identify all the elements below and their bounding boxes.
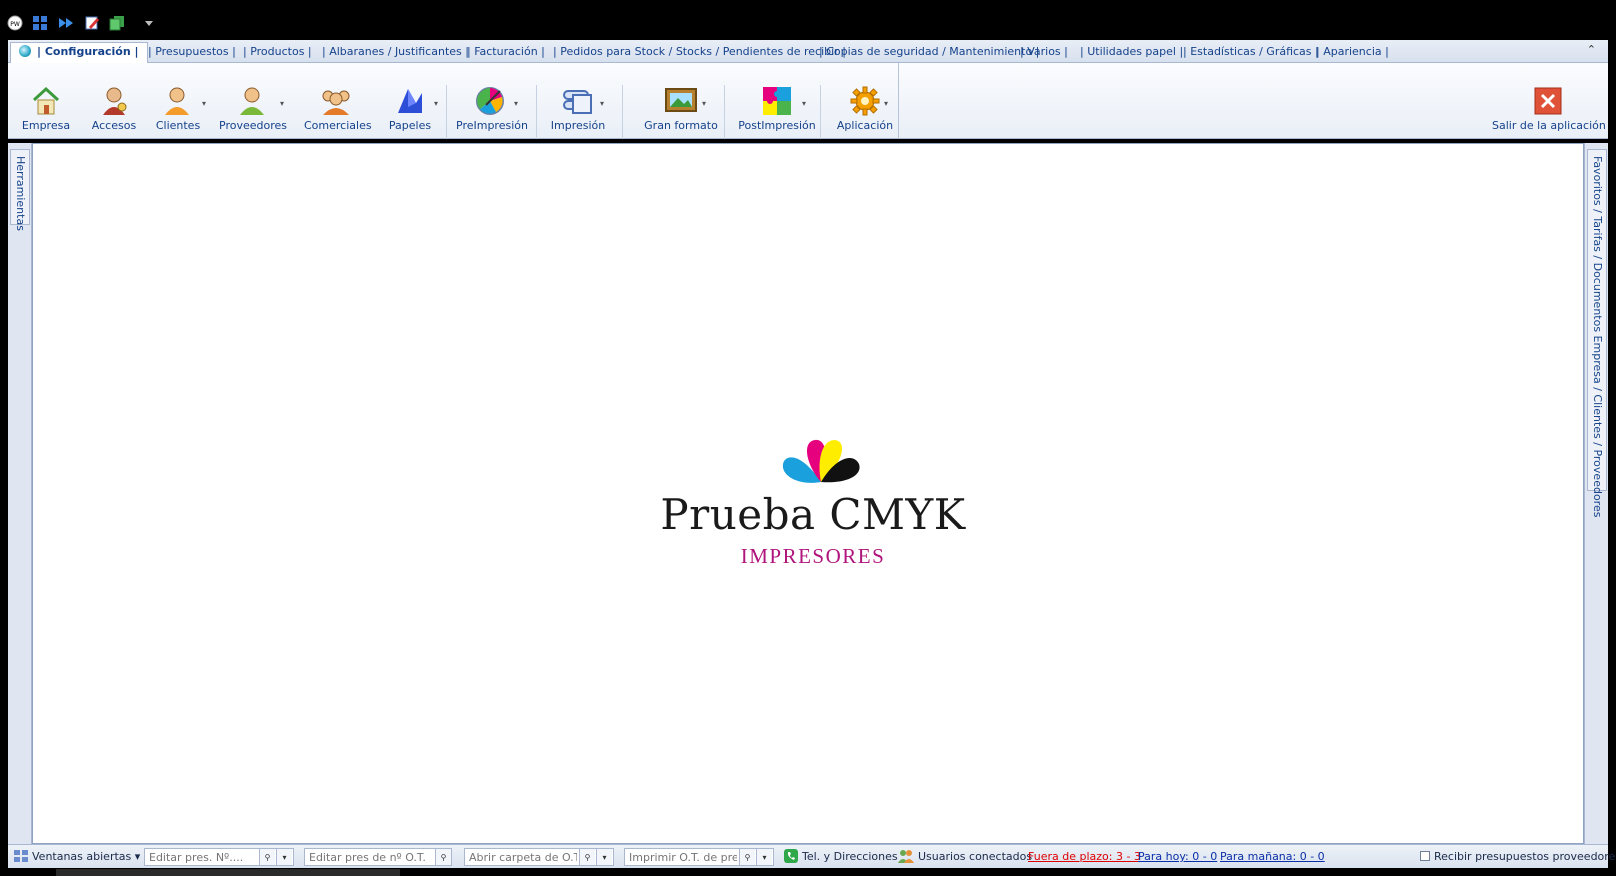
house-icon [20,83,72,119]
tab-presupuestos[interactable]: | Presupuestos | [142,43,242,63]
svg-text:PW: PW [10,21,20,28]
dropdown-arrow-icon: ▾ [599,99,604,108]
ribbon-separator [622,85,623,139]
app-logo-icon[interactable]: PW [6,14,24,32]
tab-pedidos-stock[interactable]: | Pedidos para Stock / Stocks / Pendient… [547,43,852,63]
gran-formato-button[interactable]: ▾ Gran formato [634,83,728,139]
supplier-icon: ▾ [218,83,288,119]
favorites-side-tab[interactable]: Favoritos / Tarifas / Documentos Empresa… [1587,149,1607,517]
edit-pres-field: ⚲ ▾ [144,848,294,866]
users-icon [898,850,914,863]
edit-pres-ot-input[interactable] [305,849,433,865]
taskbar-strip [56,869,400,876]
search-icon[interactable]: ⚲ [435,849,451,865]
sales-team-icon [304,83,368,119]
dropdown-arrow-icon: ▾ [279,99,284,108]
connected-users-button[interactable]: Usuarios conectados [898,849,1032,865]
tab-estadisticas[interactable]: | Estadísticas / Gráficas | [1177,43,1325,63]
ribbon-panel: Empresa Accesos ▾ Clientes ▾ Proveedores… [8,63,1608,139]
gear-icon: ▾ [832,83,898,119]
dropdown-arrow-icon: ▾ [513,99,518,108]
status-bar: Ventanas abiertas ▾ ⚲ ▾ ⚲ ⚲ ▾ ⚲ ▾ Tel. y… [8,844,1616,868]
proveedores-button[interactable]: ▾ Proveedores [218,83,288,139]
papeles-button[interactable]: ▾ Papeles [384,83,438,139]
globe-icon [19,45,31,57]
main-workspace: Prueba CMYK IMPRESORES [32,143,1584,844]
search-icon[interactable]: ⚲ [579,849,595,865]
puzzle-icon: ▾ [738,83,816,119]
dropdown-arrow-icon: ▾ [883,99,888,108]
dropdown-arrow-icon: ▾ [201,99,206,108]
ribbon-separator [820,85,821,139]
print-ot-input[interactable] [625,849,737,865]
cmyk-petals-icon [782,439,860,483]
chevron-down-icon[interactable]: ▾ [756,849,772,865]
collapse-ribbon-icon[interactable]: ⌃ [1587,43,1596,56]
tab-varios[interactable]: | Varios | [1014,43,1074,63]
ribbon-tab-strip: | Configuración | | Presupuestos | | Pro… [8,40,1608,64]
dropdown-arrow-icon: ▾ [134,850,141,863]
large-format-icon: ▾ [634,83,728,119]
dropdown-arrow-icon: ▾ [801,99,806,108]
tab-copias-seguridad[interactable]: | Copias de seguridad / Mantenimiento | [813,43,1045,63]
grid-window-icon[interactable] [31,14,49,32]
edit-pres-ot-field: ⚲ [304,848,452,866]
open-folder-field: ⚲ ▾ [464,848,614,866]
forward-icon[interactable] [57,14,75,32]
tab-facturacion[interactable]: | Facturación | [461,43,551,63]
overdue-link[interactable]: Fuera de plazo: 3 - 3 [1028,849,1141,865]
dropdown-arrow-icon: ▾ [433,99,438,108]
edit-pres-input[interactable] [145,849,257,865]
close-icon [1492,83,1604,119]
open-windows-button[interactable]: Ventanas abiertas ▾ [14,849,140,865]
print-ot-field: ⚲ ▾ [624,848,774,866]
ribbon-group-divider [898,63,899,139]
left-dock-panel: Herramientas [8,143,32,844]
impresion-button[interactable]: ▾ Impresión [544,83,612,139]
windows-grid-icon [14,850,28,862]
user-key-icon [88,83,140,119]
open-folder-input[interactable] [465,849,577,865]
clientes-button[interactable]: ▾ Clientes [152,83,206,139]
tomorrow-link[interactable]: Para mañana: 0 - 0 [1220,849,1325,865]
customize-toolbar-icon[interactable] [140,14,158,32]
exit-app-button[interactable]: Salir de la aplicación [1492,83,1606,139]
tab-apariencia[interactable]: | Apariencia | [1310,43,1395,63]
edit-document-icon[interactable] [83,14,101,32]
tab-utilidades-papel[interactable]: | Utilidades papel | [1074,43,1189,63]
tab-productos[interactable]: | Productos | [237,43,318,63]
color-wheel-icon: ▾ [456,83,524,119]
ribbon-separator [536,85,537,139]
phone-icon [784,849,798,863]
brand-name: Prueba CMYK [660,490,966,539]
title-bar: PW [0,0,1616,40]
right-dock-panel: Favoritos / Tarifas / Documentos Empresa… [1584,143,1608,844]
search-icon[interactable]: ⚲ [259,849,275,865]
aplicacion-button[interactable]: ▾ Aplicación [832,83,898,139]
comerciales-button[interactable]: Comerciales [304,83,372,139]
today-link[interactable]: Para hoy: 0 - 0 [1138,849,1217,865]
search-icon[interactable]: ⚲ [739,849,755,865]
tab-albaranes[interactable]: | Albaranes / Justificantes | [316,43,475,63]
printer-icon: ▾ [544,83,612,119]
checkbox-box[interactable] [1420,851,1430,861]
company-logo: Prueba CMYK IMPRESORES [653,436,973,576]
chevron-down-icon[interactable]: ▾ [276,849,292,865]
accesos-button[interactable]: Accesos [88,83,140,139]
ribbon-separator [724,85,725,139]
copy-document-icon[interactable] [108,14,126,32]
chevron-down-icon[interactable]: ▾ [596,849,612,865]
empresa-button[interactable]: Empresa [20,83,72,139]
ribbon-separator [446,85,447,139]
postimpresion-button[interactable]: ▾ PostImpresión [738,83,816,139]
tools-side-tab[interactable]: Herramientas [10,149,30,231]
paper-icon: ▾ [384,83,438,119]
brand-subtitle: IMPRESORES [740,544,886,568]
preimpresion-button[interactable]: ▾ PreImpresión [456,83,528,139]
receive-quotes-checkbox[interactable]: Recibir presupuestos proveedores [1420,849,1616,865]
dropdown-arrow-icon: ▾ [701,99,706,108]
phone-directory-button[interactable]: Tel. y Direcciones [784,849,898,865]
tab-configuracion[interactable]: | Configuración | [10,42,148,64]
client-icon: ▾ [152,83,206,119]
